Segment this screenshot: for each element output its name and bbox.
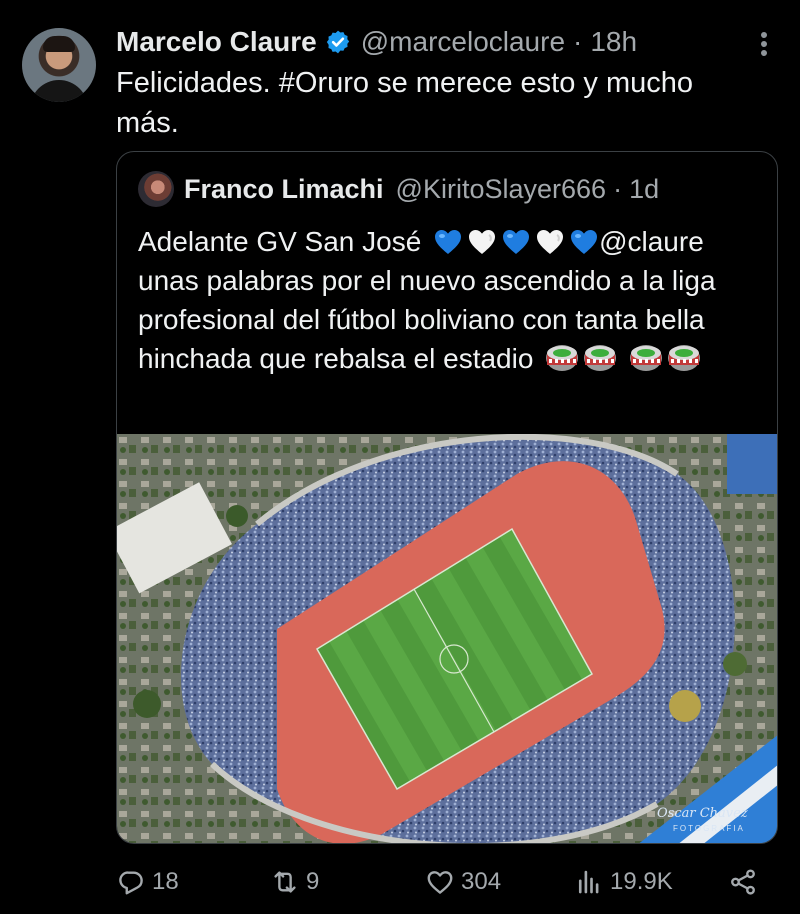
repost-count: 9 (306, 868, 320, 895)
header-separator: · (573, 26, 583, 57)
reply-count: 18 (152, 868, 179, 895)
quoted-author-name[interactable]: Franco Limachi (184, 174, 384, 205)
blue-heart-icon (433, 228, 463, 256)
quoted-author-handle[interactable]: @KiritoSlayer666 (396, 174, 607, 205)
white-heart-icon (535, 228, 565, 256)
quoted-header-separator: · (613, 173, 623, 204)
photographer-signature: Oscar Chavez (657, 806, 748, 821)
heart-icon (427, 871, 453, 894)
like-count: 304 (461, 868, 502, 895)
blue-heart-icon (569, 228, 599, 256)
author-avatar[interactable] (22, 28, 96, 102)
quoted-text-intro: Adelante GV San José (138, 226, 422, 257)
tweet-timestamp[interactable]: 18h (590, 26, 637, 58)
stadium-icon (629, 343, 663, 373)
stadium-photo[interactable]: Oscar Chavez FOTOGRAFIA (117, 434, 777, 843)
share-button[interactable] (728, 862, 764, 902)
quoted-author-avatar[interactable] (138, 171, 174, 207)
stadium-icon (667, 343, 701, 373)
author-handle[interactable]: @marceloclaure (361, 26, 565, 58)
quoted-tweet[interactable]: Franco Limachi @KiritoSlayer666 · 1d Ade… (116, 151, 778, 844)
verified-badge-icon (326, 30, 349, 54)
stadium-icon (545, 343, 579, 373)
views-button[interactable]: 19.9K (574, 862, 673, 902)
quoted-tweet-text: Adelante GV San José @claure unas palabr… (138, 222, 768, 378)
tweet-actions-bar: 18 9 304 19.9K (116, 862, 766, 902)
repost-button[interactable]: 9 (270, 862, 319, 902)
views-chart-icon (578, 870, 599, 894)
author-name[interactable]: Marcelo Claure (116, 26, 317, 58)
photographer-credit: FOTOGRAFIA (673, 824, 745, 833)
stadium-icon (583, 343, 617, 373)
more-options-icon[interactable] (752, 28, 776, 60)
quoted-timestamp[interactable]: 1d (629, 174, 659, 205)
white-heart-icon (467, 228, 497, 256)
quoted-header: Franco Limachi @KiritoSlayer666 · 1d (184, 172, 659, 206)
tweet-header: Marcelo Claure @marceloclaure · 18h (116, 24, 637, 60)
like-button[interactable]: 304 (425, 862, 501, 902)
reply-icon (119, 871, 143, 895)
repost-icon (274, 871, 296, 893)
tweet-text: Felicidades. #Oruro se merece esto y muc… (116, 67, 694, 139)
mention-link[interactable]: @claure (599, 226, 704, 257)
blue-heart-icon (501, 228, 531, 256)
share-icon (731, 869, 755, 895)
reply-button[interactable]: 18 (116, 862, 179, 902)
views-count: 19.9K (610, 868, 673, 895)
